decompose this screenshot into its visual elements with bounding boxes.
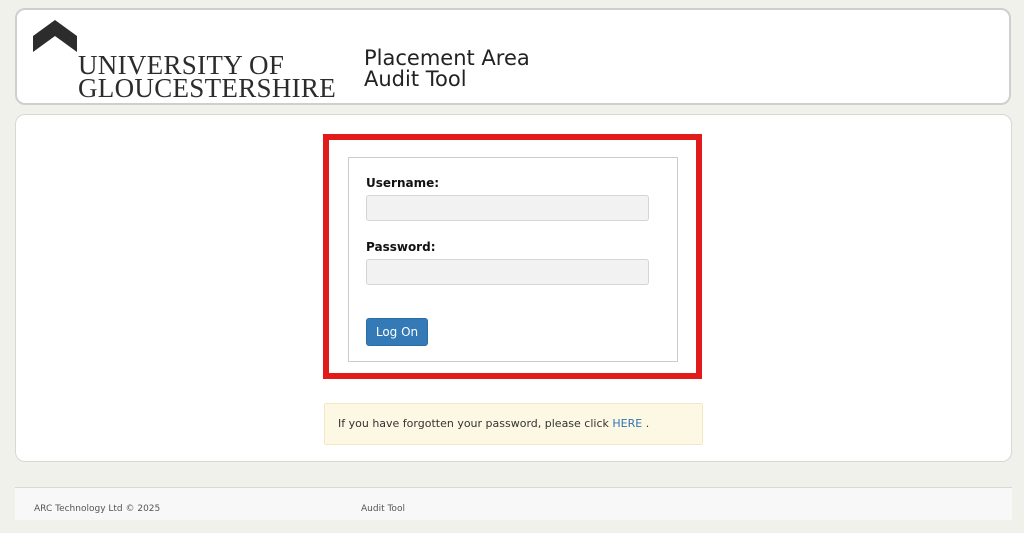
app-title-line-2: Audit Tool [364, 67, 467, 91]
password-input[interactable] [366, 259, 649, 285]
logo-wordmark: UNIVERSITY OF GLOUCESTERSHIRE [78, 52, 337, 103]
notice-text: If you have forgotten your password, ple… [338, 417, 613, 430]
login-highlight-frame: Username: Password: Log On [323, 134, 702, 379]
notice-text-end: . [642, 417, 650, 430]
username-label: Username: [366, 176, 440, 190]
footer-copyright: ARC Technology Ltd © 2025 [34, 504, 161, 514]
username-input[interactable] [366, 195, 649, 221]
password-label: Password: [366, 240, 436, 254]
forgot-password-notice: If you have forgotten your password, ple… [324, 403, 703, 445]
university-logo[interactable]: UNIVERSITY OF GLOUCESTERSHIRE [33, 20, 353, 103]
app-title: Placement Area Audit Tool [364, 48, 530, 90]
site-header: UNIVERSITY OF GLOUCESTERSHIRE Placement … [15, 8, 1011, 105]
main-content: Username: Password: Log On If you have f… [15, 114, 1012, 462]
university-chevron-icon [33, 20, 77, 52]
forgot-password-link[interactable]: HERE [612, 417, 642, 430]
logo-line-2: GLOUCESTERSHIRE [78, 73, 337, 103]
site-footer: ARC Technology Ltd © 2025 Audit Tool [15, 487, 1012, 520]
footer-app-name: Audit Tool [361, 504, 405, 514]
log-on-button[interactable]: Log On [366, 318, 428, 346]
login-form: Username: Password: Log On [348, 157, 678, 362]
app-title-line-1: Placement Area [364, 46, 530, 70]
